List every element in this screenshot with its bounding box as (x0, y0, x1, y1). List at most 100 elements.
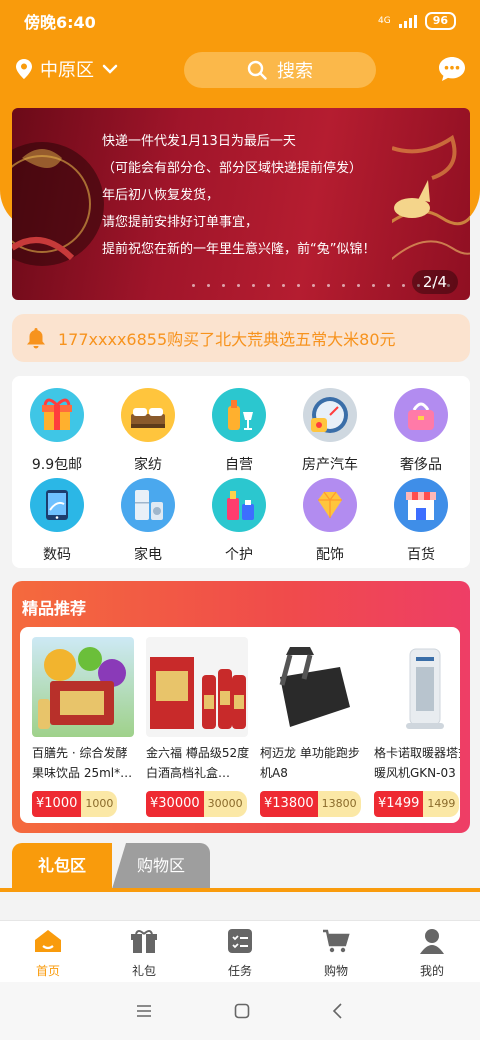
nav-label: 购物 (323, 964, 348, 978)
nav-task[interactable]: 任务 (192, 921, 288, 982)
user-icon (420, 929, 444, 954)
tab-divider (0, 888, 480, 892)
skincare-icon (212, 478, 266, 532)
category-label: 自营 (225, 457, 253, 473)
search-placeholder: 搜索 (277, 61, 313, 82)
car-dashboard-icon (303, 388, 357, 442)
rabbit-spring-art (12, 142, 104, 266)
bottles-icon (212, 388, 266, 442)
product-price: ¥1000 1000 (32, 791, 134, 817)
product-name: 百膳先 · 综合发酵果味饮品 25ml*… (32, 746, 133, 780)
handbag-icon (394, 388, 448, 442)
points-value: 30000 (203, 791, 247, 817)
store-icon (394, 478, 448, 532)
points-value: 1499 (423, 791, 460, 817)
zone-tabs: 礼包区 购物区 (12, 843, 470, 891)
location-pin-icon (16, 59, 32, 79)
category-label: 家电 (134, 547, 162, 563)
product-image (374, 637, 460, 737)
bed-icon (121, 388, 175, 442)
category-label: 9.9包邮 (31, 457, 83, 473)
status-bar: 傍晚6:40 4G 96 (0, 0, 480, 42)
product-price: ¥1499 1499 (374, 791, 460, 817)
menu-icon[interactable] (136, 1004, 152, 1018)
price-value: ¥30000 (146, 791, 204, 817)
product-card[interactable]: 金六福 樽品级52度白酒高档礼盒… ¥30000 30000 (146, 637, 250, 817)
recommend-section: 精品推荐 百膳先 · 综合发酵果味饮品 25ml*… ¥1000 1000 金六福… (12, 581, 470, 833)
gift-box-icon (131, 930, 157, 953)
bottom-nav: 首页 礼包 任务 购物 我的 (0, 920, 480, 982)
banner-line: 提前祝您在新的一年里生意兴隆，前“兔”似锦！ (102, 242, 376, 257)
category-label: 奢侈品 (400, 457, 442, 473)
banner-line: 快递一件代发1月13日为最后一天 (102, 134, 296, 149)
category-item[interactable]: 房产汽车 (285, 388, 375, 474)
banner-text: 快递一件代发1月13日为最后一天 （可能会有部分仓、部分区域快递提前停发） 年后… (102, 128, 392, 263)
price-value: ¥1499 (374, 791, 424, 817)
home-square-icon[interactable] (234, 1003, 250, 1019)
nav-gift[interactable]: 礼包 (96, 921, 192, 982)
category-item[interactable]: 百货 (376, 478, 466, 564)
search-icon (247, 60, 267, 80)
category-item[interactable]: 数码 (12, 478, 102, 564)
cart-icon (323, 929, 350, 953)
search-bar[interactable]: 搜索 (184, 52, 376, 88)
category-item[interactable]: 自营 (194, 388, 284, 474)
product-card[interactable]: 格卡诺取暖器塔式暖风机GKN-03 ¥14991499 (374, 637, 460, 817)
task-list-icon (228, 929, 252, 953)
category-item[interactable]: 个护 (194, 478, 284, 564)
nav-home[interactable]: 首页 (0, 921, 96, 982)
status-time: 傍晚6:40 (24, 13, 96, 32)
price-value: ¥13800 (260, 791, 318, 817)
category-item[interactable]: 配饰 (285, 478, 375, 564)
category-item[interactable]: 奢侈品 (376, 388, 466, 474)
product-name: 柯迈龙 单功能跑步机A8 (260, 746, 360, 780)
category-label: 配饰 (316, 547, 344, 563)
category-label: 房产汽车 (302, 457, 358, 473)
product-price: ¥30000 30000 (146, 791, 248, 817)
category-label: 百货 (407, 547, 435, 563)
tablet-icon (30, 478, 84, 532)
product-image (146, 637, 248, 737)
nav-label: 首页 (35, 964, 60, 978)
location-label: 中原区 (40, 60, 94, 81)
points-value: 1000 (81, 791, 118, 817)
tab-gift-zone[interactable]: 礼包区 (12, 843, 112, 889)
banner-line: （可能会有部分仓、部分区域快递提前停发） (102, 161, 363, 176)
bell-icon (27, 328, 45, 349)
purchase-notice[interactable]: 177xxxx6855购买了北大荒典选五常大米80元 (12, 314, 470, 362)
chevron-down-icon (102, 64, 118, 74)
gift-icon (30, 388, 84, 442)
system-nav-bar (0, 982, 480, 1040)
notice-text: 177xxxx6855购买了北大荒典选五常大米80元 (58, 330, 396, 349)
category-item[interactable]: 9.9包邮 (12, 388, 102, 474)
category-label: 数码 (43, 547, 71, 563)
category-item[interactable]: 家纺 (103, 388, 193, 474)
price-value: ¥1000 (32, 791, 82, 817)
banner-line: 请您提前安排好订单事宜， (102, 215, 259, 230)
product-scroller[interactable]: 百膳先 · 综合发酵果味饮品 25ml*… ¥1000 1000 金六福 樽品级5… (20, 627, 460, 823)
product-card[interactable]: 百膳先 · 综合发酵果味饮品 25ml*… ¥1000 1000 (32, 637, 134, 817)
battery-icon: 96 (424, 12, 456, 30)
category-label: 个护 (225, 547, 253, 563)
location-selector[interactable]: 中原区 (16, 56, 118, 82)
nav-mine[interactable]: 我的 (384, 921, 480, 982)
nav-label: 我的 (419, 964, 444, 978)
product-price: ¥13800 13800 (260, 791, 362, 817)
product-card[interactable]: 柯迈龙 单功能跑步机A8 ¥13800 13800 (260, 637, 362, 817)
category-grid: 9.9包邮 家纺 自营 房产汽车 奢侈品 数码 家电 个护 配饰 百货 (12, 376, 470, 568)
banner-line: 年后初八恢复发货， (102, 188, 220, 203)
nav-label: 任务 (227, 964, 252, 978)
network-type: 4G (377, 16, 391, 26)
promo-banner[interactable]: 快递一件代发1月13日为最后一天 （可能会有部分仓、部分区域快递提前停发） 年后… (12, 108, 470, 300)
chat-bubble-icon (439, 57, 465, 81)
signal-icon (398, 14, 417, 28)
section-title: 精品推荐 (22, 599, 87, 618)
message-button[interactable] (438, 56, 466, 86)
back-icon[interactable] (332, 1003, 344, 1019)
category-item[interactable]: 家电 (103, 478, 193, 564)
tab-shop-zone[interactable]: 购物区 (112, 843, 210, 889)
product-image (32, 637, 134, 737)
product-name: 金六福 樽品级52度白酒高档礼盒… (146, 746, 250, 780)
nav-shopping[interactable]: 购物 (288, 921, 384, 982)
category-label: 家纺 (134, 457, 162, 473)
